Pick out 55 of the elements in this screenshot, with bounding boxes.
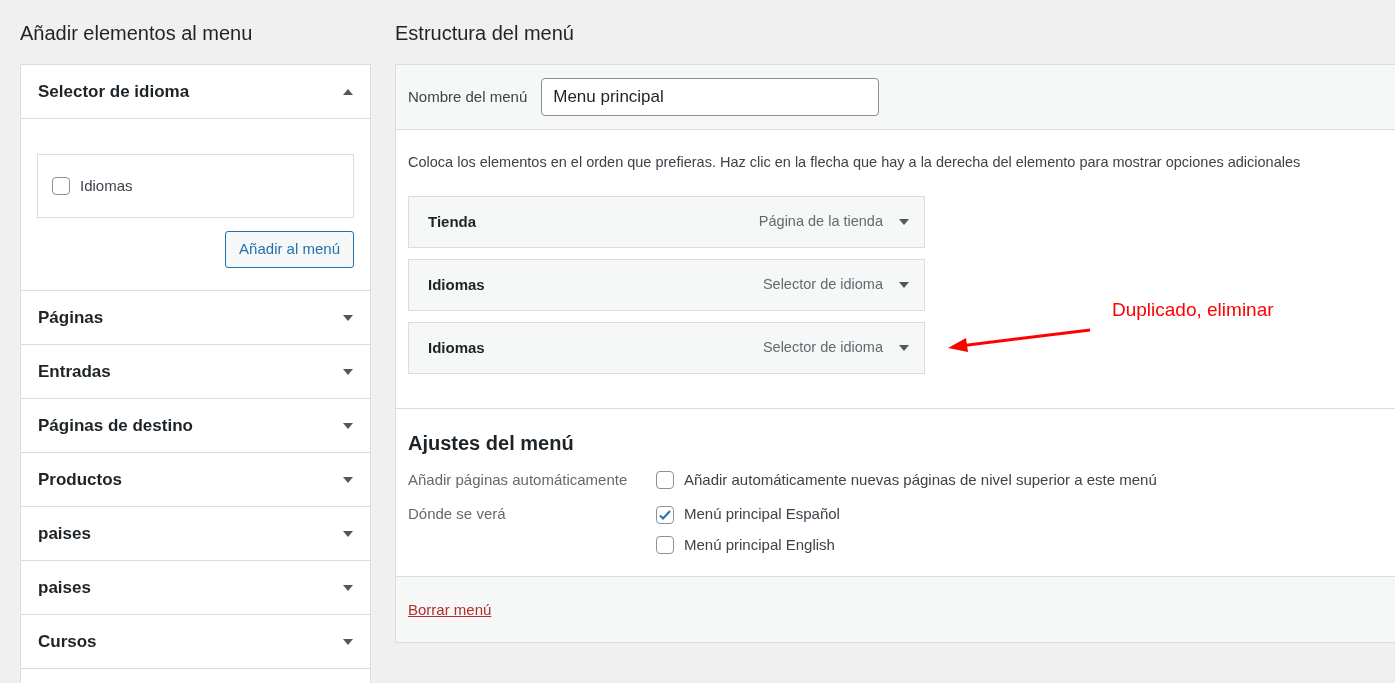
checkbox[interactable] bbox=[52, 177, 70, 195]
expand-arrow-icon[interactable] bbox=[899, 217, 909, 226]
accordion-header[interactable]: Productos bbox=[21, 453, 370, 506]
accordion-title: Selector de idioma bbox=[38, 80, 190, 103]
settings-heading: Ajustes del menú bbox=[408, 430, 575, 456]
instructions-text: Coloca los elementos en el orden que prefieras. Haz clic en la flecha que hay a la derecha del elemento para mostrar opciones adicionales bbox=[408, 153, 1302, 172]
checkbox[interactable] bbox=[656, 536, 674, 554]
add-to-menu-button[interactable]: Añadir al menú bbox=[225, 231, 354, 268]
menu-item-bar[interactable]: Idiomas Selector de idioma bbox=[408, 321, 925, 374]
menu-item-title: Tienda bbox=[428, 211, 477, 232]
accordion-header[interactable]: paises bbox=[21, 507, 370, 560]
field-label: Nombre del menú bbox=[408, 86, 528, 107]
expand-arrow-icon[interactable] bbox=[899, 280, 909, 289]
menu-item-bar[interactable]: Idiomas Selector de idioma bbox=[408, 258, 925, 311]
collapse-arrow-icon[interactable] bbox=[343, 87, 353, 96]
setting-label: Añadir páginas automáticamente bbox=[408, 469, 629, 490]
menu-item-bar[interactable]: Tienda Página de la tienda bbox=[408, 195, 925, 248]
accordion-header[interactable]: Cursos bbox=[21, 615, 370, 668]
accordion-title: paises bbox=[38, 522, 91, 545]
checkbox[interactable] bbox=[656, 505, 674, 524]
menu-name-input[interactable]: Menu principal bbox=[541, 78, 880, 116]
accordion-title: Páginas de destino bbox=[38, 414, 193, 437]
setting-label: Dónde se verá bbox=[408, 504, 507, 525]
checkbox-label: Añadir automáticamente nuevas páginas de nivel superior a este menú bbox=[684, 469, 1157, 490]
checkbox-label: Menú principal Español bbox=[684, 504, 840, 525]
expand-arrow-icon[interactable] bbox=[343, 421, 353, 430]
accordion-header[interactable]: Selector de idioma bbox=[21, 65, 370, 118]
accordion-header[interactable]: Entradas bbox=[21, 345, 370, 398]
accordion-header[interactable]: Páginas de destino bbox=[21, 399, 370, 452]
expand-arrow-icon[interactable] bbox=[343, 529, 353, 538]
accordion-title: paises bbox=[38, 576, 91, 599]
accordion-header[interactable]: Páginas bbox=[21, 291, 370, 344]
section-heading: Estructura del menú bbox=[395, 21, 575, 46]
menu-item-type: Selector de idioma bbox=[762, 274, 883, 294]
expand-arrow-icon[interactable] bbox=[899, 343, 909, 352]
accordion-title: Cursos bbox=[38, 630, 97, 653]
expand-arrow-icon[interactable] bbox=[343, 583, 353, 592]
checkbox-label: Idiomas bbox=[80, 175, 133, 196]
expand-arrow-icon[interactable] bbox=[343, 367, 353, 376]
expand-arrow-icon[interactable] bbox=[343, 313, 353, 322]
checkbox[interactable] bbox=[656, 471, 674, 489]
menu-item-type: Página de la tienda bbox=[758, 211, 883, 231]
accordion-title: Entradas bbox=[38, 360, 111, 383]
section-heading: Añadir elementos al menu bbox=[20, 21, 254, 46]
delete-menu-link[interactable]: Borrar menú bbox=[408, 598, 492, 621]
menu-item-type: Selector de idioma bbox=[762, 337, 883, 357]
expand-arrow-icon[interactable] bbox=[343, 475, 353, 484]
menu-item-title: Idiomas bbox=[428, 337, 485, 358]
checkbox-label: Menú principal English bbox=[684, 534, 835, 555]
expand-arrow-icon[interactable] bbox=[343, 637, 353, 646]
annotation-text: Duplicado, eliminar bbox=[1112, 298, 1274, 322]
accordion-header[interactable]: paises bbox=[21, 561, 370, 614]
accordion-title: Páginas bbox=[38, 306, 104, 329]
accordion-title: Productos bbox=[38, 468, 123, 491]
menu-item-title: Idiomas bbox=[428, 274, 485, 295]
